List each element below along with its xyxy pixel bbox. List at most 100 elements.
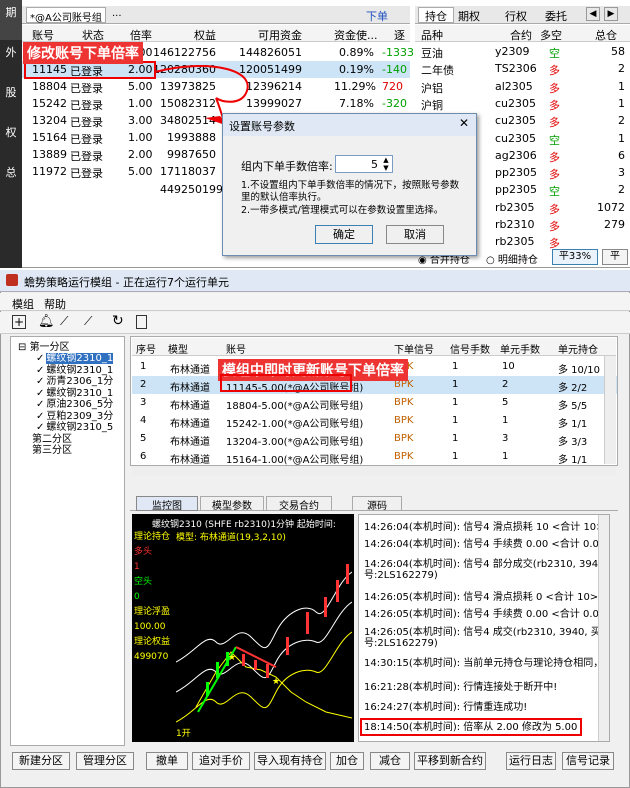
cell-acct: 18804 xyxy=(32,80,67,93)
tree-group[interactable]: 第三分区 xyxy=(32,441,72,456)
cell-code: rb2305 xyxy=(495,200,535,214)
cell-code: ag2306 xyxy=(495,148,537,162)
side-tab[interactable]: 期 xyxy=(0,0,22,40)
tab-scroll-left-icon[interactable]: ◀ xyxy=(586,7,600,21)
cell-acct: 13204 xyxy=(32,114,67,127)
log-scrollbar[interactable] xyxy=(598,515,609,741)
cell-dir: 多 xyxy=(549,150,560,164)
order-label[interactable]: 下单 xyxy=(366,8,388,24)
detail-positions-radio[interactable]: ○ 明细持仓 xyxy=(486,251,538,266)
cancel-order-button[interactable]: 撤单 xyxy=(146,752,188,770)
tab-model-params[interactable]: 模型参数 xyxy=(200,496,264,512)
dialog-note-2: 2.一带多模式/管理模式可以在参数设置里选择。 xyxy=(241,205,444,216)
cell-qty: 279 xyxy=(604,218,625,231)
account-group-tab[interactable]: *@A公司账号组 xyxy=(26,7,106,24)
cell-equity: 9987650 xyxy=(167,148,216,161)
cell-dir: 多 xyxy=(549,81,560,95)
unit-row[interactable]: 3 布林通道 18804-5.00(*@A公司账号组) BPK 1 5 多 5/5 xyxy=(132,394,617,412)
cell-status: 已登录 xyxy=(70,99,103,112)
document-icon[interactable] xyxy=(136,315,147,329)
cell-acct: 15164-1.00(*@A公司账号组) xyxy=(226,455,364,466)
cell-status: 已登录 xyxy=(70,150,103,163)
cell-code: pp2305 xyxy=(495,166,537,180)
tab-positions[interactable]: 持仓 xyxy=(418,7,454,23)
import-positions-button[interactable]: 导入现有持仓 xyxy=(254,752,326,770)
menu-help[interactable]: 帮助 xyxy=(44,296,66,312)
tab-trade-contract[interactable]: 交易合约 xyxy=(266,496,332,512)
col-no: 序号 xyxy=(136,345,156,356)
monitor-chart: 螺纹钢2310 (SHFE rb2310)1分钟 起始时间: 模型: 布林通道(… xyxy=(132,514,354,742)
cell-sigq: 1 xyxy=(452,361,459,372)
highlight-log-box xyxy=(360,718,582,736)
reduce-position-button[interactable]: 减仓 xyxy=(370,752,410,770)
cell-acct: 18804-5.00(*@A公司账号组) xyxy=(226,401,364,412)
line-up-icon[interactable]: ⟋ xyxy=(60,314,68,329)
cell-unitq: 10 xyxy=(502,361,515,372)
dialog-close-icon[interactable]: ✕ xyxy=(455,116,473,132)
chart-label: 多头 xyxy=(134,547,153,557)
side-tab[interactable]: 股 xyxy=(0,80,22,120)
grid-h-scrollbar[interactable] xyxy=(132,466,616,476)
cell-dir: 多 xyxy=(549,98,560,112)
position-row[interactable]: 沪铝 al2305 多 1 xyxy=(415,78,630,96)
tab-orders[interactable]: 委托 xyxy=(545,8,567,24)
line-flat-icon[interactable]: ⟋ xyxy=(84,314,92,329)
move-contract-button[interactable]: 平移到新合约 xyxy=(414,752,486,770)
cell-qty: 1072 xyxy=(597,200,625,214)
col-unit-pos: 单元持仓 xyxy=(558,345,598,356)
tab-monitor[interactable]: 监控图 xyxy=(136,496,198,512)
tab-source[interactable]: 源码 xyxy=(352,496,402,512)
close-all-button[interactable]: 平 xyxy=(602,249,628,265)
dialog-cancel-button[interactable]: 取消 xyxy=(386,225,444,244)
chase-price-button[interactable]: 追对手价 xyxy=(192,752,250,770)
cell-status: 已登录 xyxy=(70,116,103,129)
cell-unitq: 1 xyxy=(502,451,509,462)
unit-row[interactable]: 5 布林通道 13204-3.00(*@A公司账号组) BPK 1 3 多 3/3 xyxy=(132,430,617,448)
cell-acct: 15242 xyxy=(32,97,67,110)
position-row[interactable]: 豆油 y2309 空 58 xyxy=(415,43,630,61)
cell-model: 布林通道 xyxy=(170,437,210,448)
cell-usage: 0.19% xyxy=(339,63,374,76)
side-tab[interactable]: 总 xyxy=(0,160,22,268)
side-tab[interactable]: 权 xyxy=(0,120,22,160)
cell-model: 布林通道 xyxy=(170,383,210,394)
app-icon xyxy=(6,274,18,286)
tab-exercise[interactable]: 行权 xyxy=(505,8,527,24)
dialog-ok-button[interactable]: 确定 xyxy=(315,225,373,244)
grid-scrollbar[interactable] xyxy=(604,356,616,464)
signal-record-button[interactable]: 信号记录 xyxy=(562,752,614,770)
bell-icon[interactable]: 🔔︎ xyxy=(38,314,55,329)
cell-no: 4 xyxy=(140,415,147,426)
position-row[interactable]: 沪铜 cu2305 多 1 xyxy=(415,95,630,113)
cell-pos: 多 5/5 xyxy=(558,401,588,412)
col-direction: 多空 xyxy=(540,29,562,42)
menu-module[interactable]: 模组 xyxy=(12,296,34,312)
col-model: 模型 xyxy=(168,345,188,356)
col-usage: 资金使... xyxy=(334,29,378,42)
run-log-button[interactable]: 运行日志 xyxy=(506,752,556,770)
radio-label: 合并持仓 xyxy=(429,255,470,266)
cell-acct: 15164 xyxy=(32,131,67,144)
close-33-button[interactable]: 平33% xyxy=(552,249,598,265)
manage-partition-button[interactable]: 管理分区 xyxy=(76,752,134,770)
unit-row[interactable]: 6 布林通道 15164-1.00(*@A公司账号组) BPK 1 1 多 1/1 xyxy=(132,448,617,466)
log-line: 14:26:04(本机时间): 信号4 手续费 0.00 <合计 0.0 xyxy=(364,539,598,550)
position-row[interactable]: 二年债 TS2306 多 2 xyxy=(415,60,630,78)
window-title: 蟾势策略运行模组 - 正在运行7个运行单元 xyxy=(24,276,229,289)
new-partition-button[interactable]: 新建分区 xyxy=(12,752,70,770)
cell-qty: 1 xyxy=(618,96,625,110)
cell-acct: 11972 xyxy=(32,165,67,178)
more-tabs[interactable]: ... xyxy=(112,8,122,19)
cell-code: rb2305 xyxy=(495,235,535,249)
tab-options[interactable]: 期权 xyxy=(458,8,480,24)
side-tab[interactable]: 外 xyxy=(0,40,22,80)
add-icon[interactable]: + xyxy=(12,315,26,329)
tab-scroll-right-icon[interactable]: ▶ xyxy=(604,7,618,21)
cell-pos: 多 1/1 xyxy=(558,419,588,430)
chart-label: 理论持仓 xyxy=(134,532,171,542)
unit-row[interactable]: 4 布林通道 15242-1.00(*@A公司账号组) BPK 1 1 多 1/1 xyxy=(132,412,617,430)
cell-model: 布林通道 xyxy=(170,365,210,376)
add-position-button[interactable]: 加仓 xyxy=(330,752,364,770)
refresh-icon[interactable]: ↻ xyxy=(112,313,124,329)
rate-spinner-icon[interactable]: ▲ ▼ xyxy=(381,156,391,172)
